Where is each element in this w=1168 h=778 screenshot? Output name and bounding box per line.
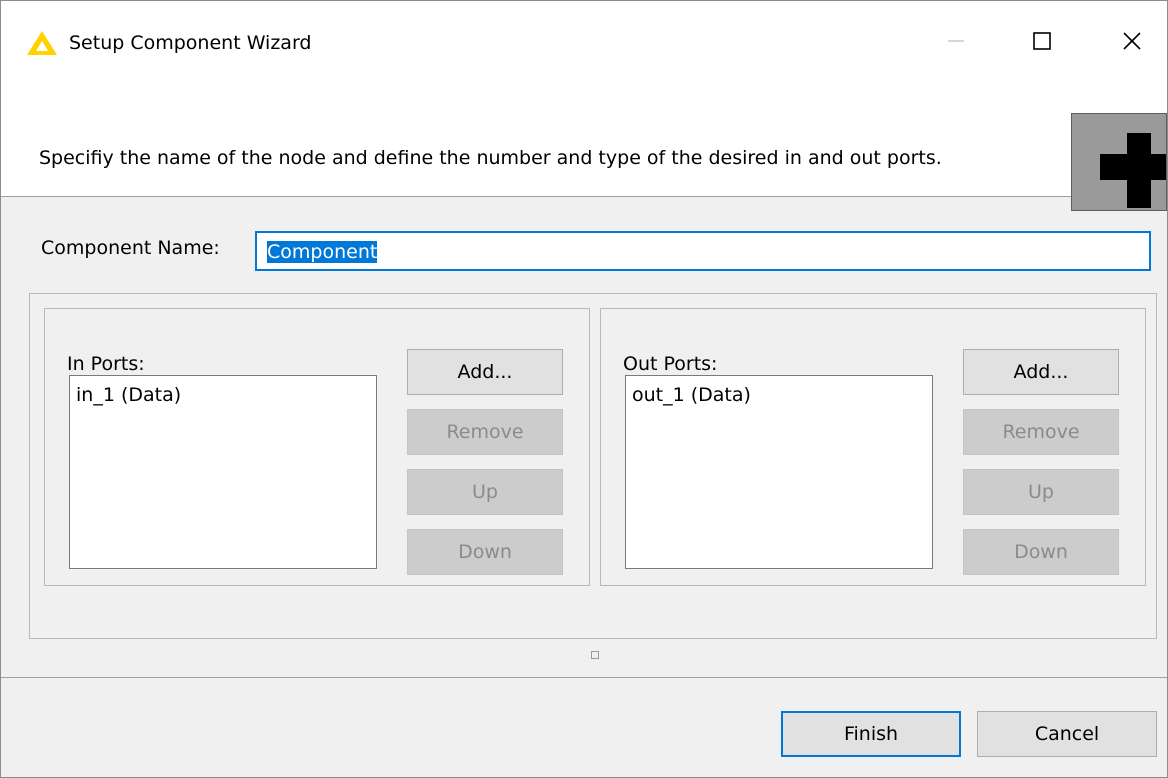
component-name-value: Component (267, 241, 378, 263)
close-icon (1123, 32, 1141, 50)
out-ports-list[interactable]: out_1 (Data) (625, 375, 933, 569)
out-ports-label: Out Ports: (623, 353, 718, 375)
component-name-input[interactable]: Component (255, 231, 1151, 271)
component-name-label: Component Name: (41, 237, 220, 259)
close-button[interactable] (1107, 21, 1157, 61)
wizard-window: Setup Component Wizard Specifiy the name… (0, 0, 1168, 778)
in-ports-list[interactable]: in_1 (Data) (69, 375, 377, 569)
in-up-button[interactable]: Up (407, 469, 563, 515)
minimize-icon (948, 40, 964, 42)
ports-container: In Ports: in_1 (Data) Add... Remove Up D… (29, 293, 1157, 639)
in-ports-label: In Ports: (67, 353, 145, 375)
out-remove-button[interactable]: Remove (963, 409, 1119, 455)
out-down-button[interactable]: Down (963, 529, 1119, 575)
resize-sash-handle[interactable] (591, 651, 599, 659)
maximize-icon (1033, 32, 1051, 50)
title-bar[interactable]: Setup Component Wizard (1, 1, 1167, 83)
in-down-button[interactable]: Down (407, 529, 563, 575)
window-title: Setup Component Wizard (69, 32, 312, 54)
list-item[interactable]: out_1 (Data) (632, 382, 751, 408)
finish-button[interactable]: Finish (781, 711, 961, 757)
out-ports-group: Out Ports: out_1 (Data) Add... Remove Up… (600, 308, 1146, 586)
out-add-button[interactable]: Add... (963, 349, 1119, 395)
knime-logo-icon (27, 31, 57, 55)
in-ports-group: In Ports: in_1 (Data) Add... Remove Up D… (44, 308, 590, 586)
footer-divider (1, 677, 1167, 678)
wizard-description: Specifiy the name of the node and define… (39, 147, 942, 169)
minimize-button[interactable] (931, 21, 981, 61)
in-add-button[interactable]: Add... (407, 349, 563, 395)
out-up-button[interactable]: Up (963, 469, 1119, 515)
list-item[interactable]: in_1 (Data) (76, 382, 181, 408)
maximize-button[interactable] (1017, 21, 1067, 61)
cancel-button[interactable]: Cancel (977, 711, 1157, 757)
component-plus-icon (1071, 113, 1167, 211)
wizard-header: Specifiy the name of the node and define… (1, 83, 1167, 211)
in-remove-button[interactable]: Remove (407, 409, 563, 455)
